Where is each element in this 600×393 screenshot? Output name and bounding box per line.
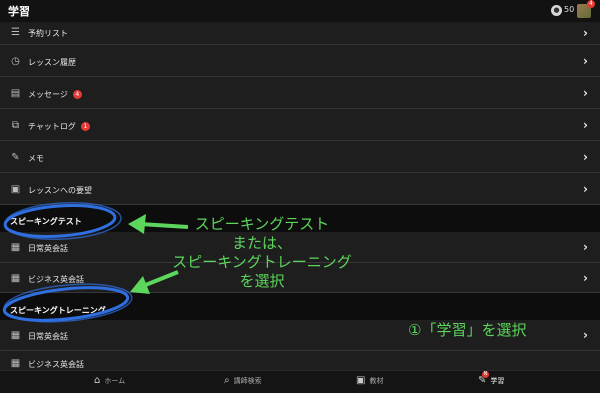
- tab-materials[interactable]: ▣ 教材: [356, 375, 383, 386]
- tab-label: 学習: [490, 376, 505, 385]
- book-icon: ▣: [356, 375, 366, 386]
- tab-label: 講師検索: [233, 376, 262, 385]
- annotation-main: スピーキングテスト または、 スピーキングトレーニング を選択: [162, 215, 362, 291]
- bottom-tab-bar: ⌂ ホーム ⌕ 講師検索 ▣ 教材 ✎ 学習 N: [0, 370, 600, 393]
- annotation-line: スピーキングテスト: [194, 215, 330, 233]
- new-badge: N: [482, 371, 489, 378]
- annotation-line: または、: [231, 234, 292, 252]
- home-icon: ⌂: [94, 375, 101, 386]
- tab-label: ホーム: [104, 376, 126, 385]
- tab-tutor-search[interactable]: ⌕ 講師検索: [224, 375, 262, 386]
- search-icon: ⌕: [224, 375, 230, 386]
- tab-label: 教材: [369, 376, 384, 385]
- annotation-line: スピーキングトレーニング: [172, 253, 352, 271]
- tab-home[interactable]: ⌂ ホーム: [94, 375, 125, 386]
- annotation-step: ①「学習」を選択: [408, 321, 527, 339]
- annotation-line: を選択: [239, 272, 285, 290]
- arrow-head-test: [128, 214, 146, 234]
